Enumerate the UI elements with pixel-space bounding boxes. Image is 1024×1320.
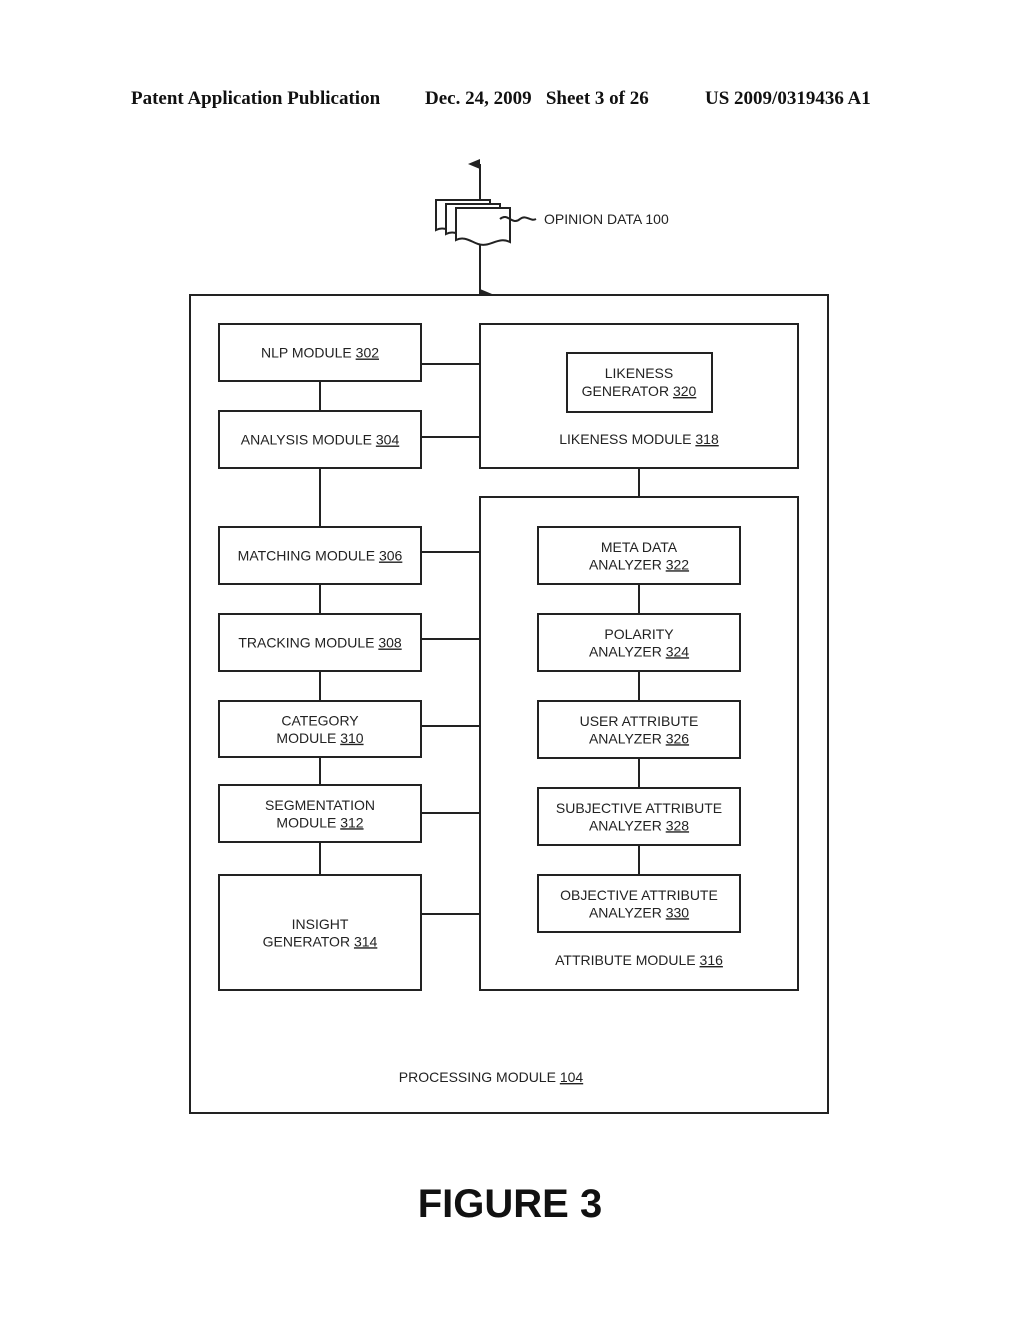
objective-analyzer: OBJECTIVE ATTRIBUTEANALYZER 330: [537, 874, 741, 933]
attribute-module-label: ATTRIBUTE MODULE 316: [555, 952, 723, 968]
block-diagram: OPINION DATA 100 PROCESSING MODULE 104 L…: [189, 159, 829, 1226]
figure-caption: FIGURE 3: [418, 1182, 602, 1226]
reference-number: 104: [560, 1069, 584, 1085]
meta-analyzer-label: META DATA: [601, 539, 678, 555]
nlp-module: NLP MODULE 302: [218, 323, 422, 382]
analysis-module-label: ANALYSIS MODULE 304: [241, 432, 400, 448]
subjective-analyzer: SUBJECTIVE ATTRIBUTEANALYZER 328: [537, 787, 741, 846]
document-stack-icon: [435, 199, 537, 246]
meta-analyzer-label: ANALYZER 322: [589, 556, 689, 572]
tracking-module-label: TRACKING MODULE 308: [238, 635, 402, 651]
likeness-module-label: LIKENESS MODULE 318: [559, 431, 719, 447]
reference-number: 312: [340, 814, 364, 830]
processing-module-label: PROCESSING MODULE 104: [399, 1069, 584, 1085]
segmentation-module: SEGMENTATIONMODULE 312: [218, 784, 422, 843]
reference-number: 302: [356, 345, 380, 361]
tracking-module: TRACKING MODULE 308: [218, 613, 422, 672]
reference-number: 304: [376, 432, 400, 448]
insight-module: INSIGHTGENERATOR 314: [218, 874, 422, 991]
category-module: CATEGORY MODULE 310: [218, 700, 422, 758]
nlp-module-label: NLP MODULE 302: [261, 345, 379, 361]
subjective-analyzer-label: ANALYZER 328: [589, 817, 689, 833]
reference-number: 308: [378, 635, 402, 651]
reference-number: 324: [666, 643, 690, 659]
segmentation-module-label: MODULE 312: [276, 814, 363, 830]
matching-module-label: MATCHING MODULE 306: [238, 548, 403, 564]
segmentation-module-label: SEGMENTATION: [265, 797, 375, 813]
reference-number: 306: [379, 548, 403, 564]
opinion-data-label: OPINION DATA 100: [544, 211, 669, 227]
user-analyzer: USER ATTRIBUTEANALYZER 326: [537, 700, 741, 759]
polarity-analyzer: POLARITYANALYZER 324: [537, 613, 741, 672]
reference-number: 318: [695, 431, 719, 447]
reference-number: 316: [700, 952, 724, 968]
subjective-analyzer-label: SUBJECTIVE ATTRIBUTE: [556, 800, 722, 816]
reference-number: 314: [354, 933, 378, 949]
category-module-label: MODULE 310: [276, 730, 363, 746]
meta-analyzer: META DATAANALYZER 322: [537, 526, 741, 585]
reference-number: 310: [340, 730, 364, 746]
reference-number: 320: [673, 383, 697, 399]
reference-number: 322: [666, 556, 690, 572]
polarity-analyzer-label: POLARITY: [604, 626, 674, 642]
matching-module: MATCHING MODULE 306: [218, 526, 422, 585]
insight-module-label: GENERATOR 314: [263, 933, 378, 949]
likeness-generator-label: GENERATOR 320: [582, 383, 697, 399]
reference-number: 330: [666, 904, 690, 920]
objective-analyzer-label: ANALYZER 330: [589, 904, 689, 920]
objective-analyzer-label: OBJECTIVE ATTRIBUTE: [560, 887, 718, 903]
analysis-module: ANALYSIS MODULE 304: [218, 410, 422, 469]
insight-module-label: INSIGHT: [292, 916, 349, 932]
user-analyzer-label: ANALYZER 326: [589, 730, 689, 746]
category-module-label: CATEGORY: [281, 712, 359, 728]
polarity-analyzer-label: ANALYZER 324: [589, 643, 689, 659]
reference-number: 328: [666, 817, 690, 833]
reference-number: 326: [666, 730, 690, 746]
likeness-generator-label: LIKENESS: [605, 365, 673, 381]
user-analyzer-label: USER ATTRIBUTE: [580, 713, 699, 729]
